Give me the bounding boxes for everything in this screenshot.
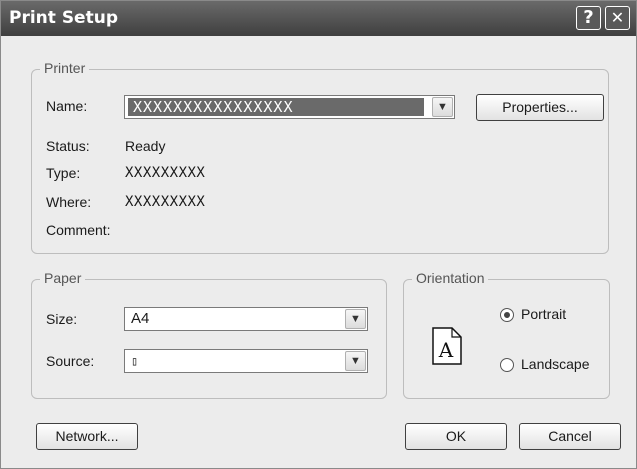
chevron-down-icon[interactable]: ▼ [345,351,366,371]
size-label: Size: [46,311,78,327]
page-portrait-icon: A [432,327,462,365]
paper-group: Paper [31,270,387,399]
paper-source-value: ▯ [131,354,139,368]
chevron-down-icon[interactable]: ▼ [432,97,453,117]
cancel-button[interactable]: Cancel [519,423,621,450]
landscape-radio[interactable] [500,358,514,372]
status-label: Status: [46,138,90,154]
window-title: Print Setup [9,8,118,28]
source-label: Source: [46,353,95,369]
orientation-legend: Orientation [412,270,489,286]
paper-size-value: A4 [131,310,150,327]
portrait-radio[interactable] [500,308,514,322]
help-button[interactable]: ? [576,6,601,30]
landscape-label[interactable]: Landscape [521,356,590,372]
printer-name-select[interactable]: XXXXXXXXXXXXXXXX ▼ [124,95,455,119]
printer-legend: Printer [40,60,90,76]
portrait-label[interactable]: Portrait [521,306,566,322]
ok-button[interactable]: OK [405,423,507,450]
name-label: Name: [46,98,88,114]
where-value: XXXXXXXXX [125,194,206,210]
properties-button[interactable]: Properties... [476,94,604,121]
paper-source-select[interactable]: ▯ ▼ [124,349,368,373]
page-glyph: A [438,338,454,362]
type-value: XXXXXXXXX [125,165,206,181]
network-button[interactable]: Network... [36,423,138,450]
type-label: Type: [46,165,81,181]
status-value: Ready [125,138,166,154]
comment-label: Comment: [46,222,111,238]
paper-legend: Paper [40,270,86,286]
printer-name-value: XXXXXXXXXXXXXXXX [133,98,294,116]
print-setup-dialog: Print Setup ? ✕ Printer Name: XXXXXXXXXX… [0,0,637,469]
title-bar: Print Setup ? ✕ [1,1,636,36]
close-button[interactable]: ✕ [605,6,630,30]
paper-size-select[interactable]: A4 ▼ [124,307,368,331]
where-label: Where: [46,194,92,210]
chevron-down-icon[interactable]: ▼ [345,309,366,329]
